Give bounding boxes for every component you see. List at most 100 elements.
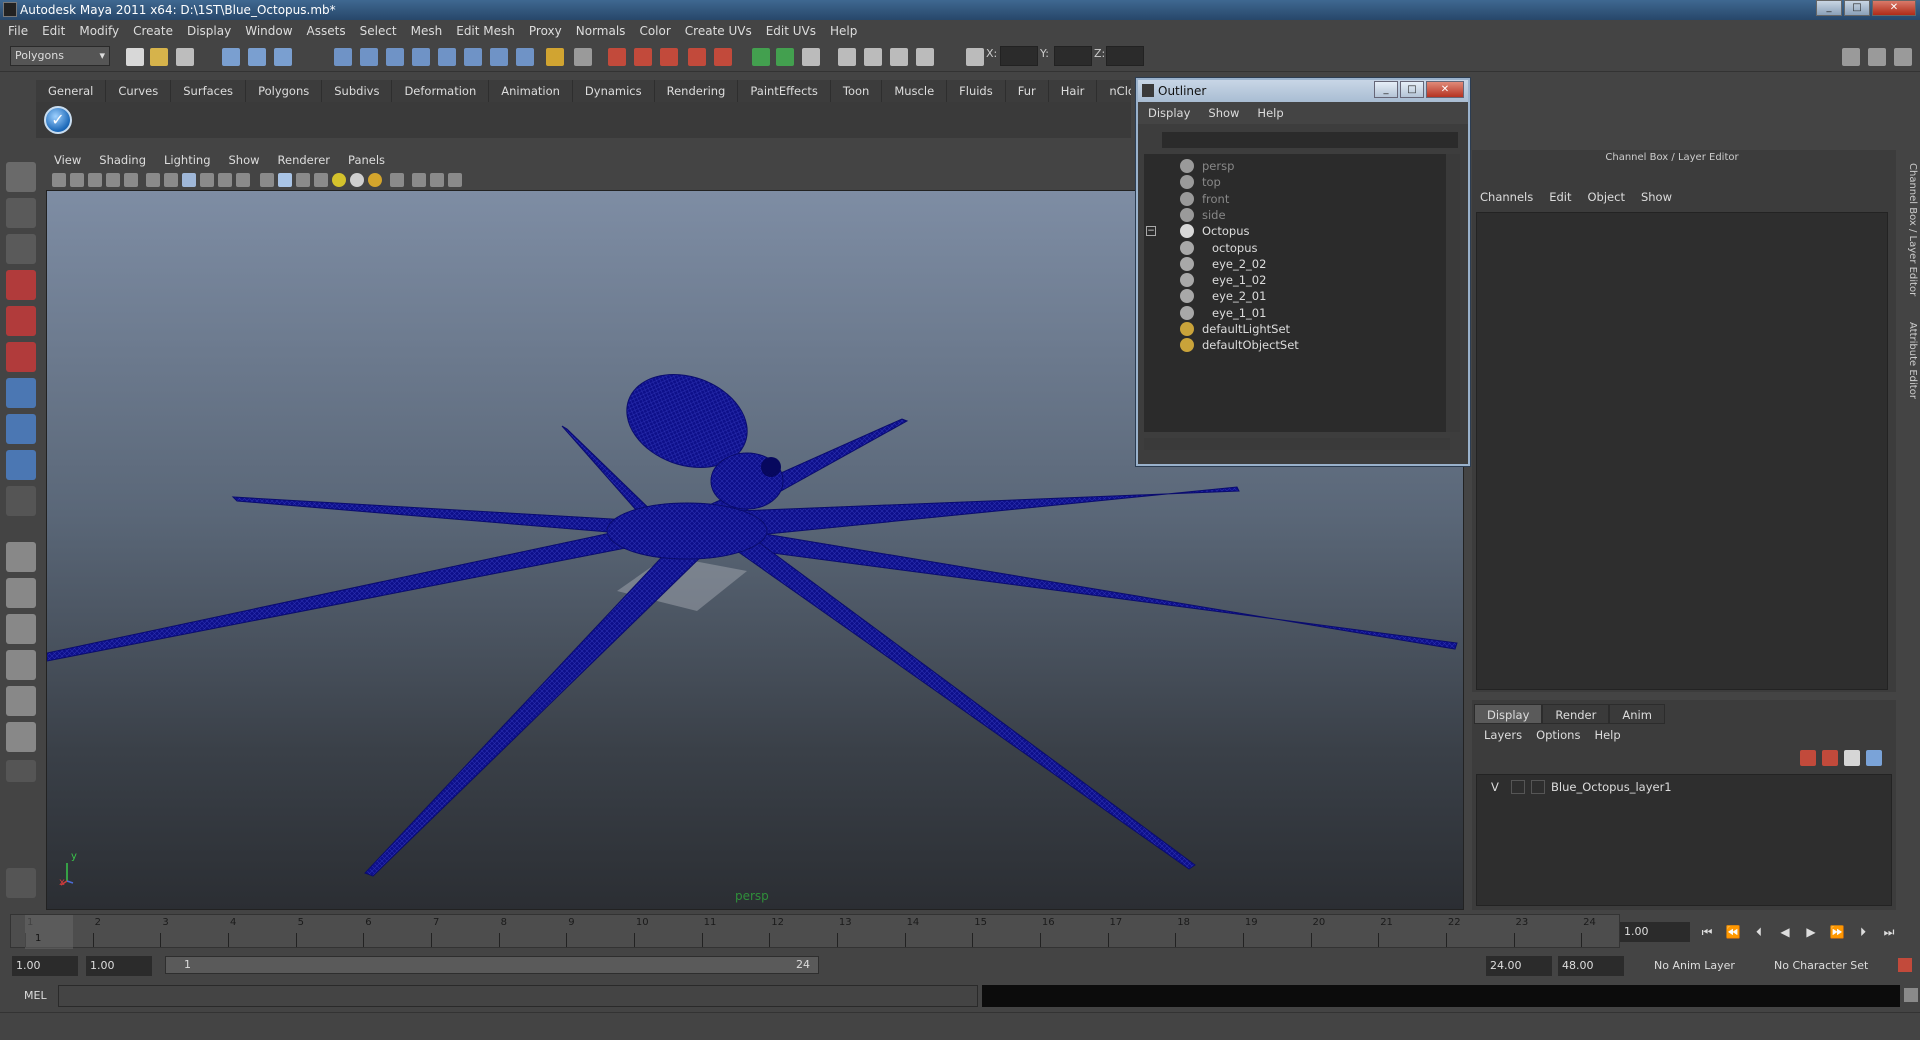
toggle-tool-settings-icon[interactable] xyxy=(864,48,882,66)
channel-box-body[interactable] xyxy=(1476,212,1888,690)
select-hierarchy-icon[interactable] xyxy=(222,48,240,66)
channel-menu-object[interactable]: Object xyxy=(1588,190,1625,204)
layout-single-icon[interactable] xyxy=(1842,48,1860,66)
snap-point-icon[interactable] xyxy=(386,48,404,66)
new-scene-icon[interactable] xyxy=(126,48,144,66)
step-forward-key-button[interactable]: ⏩ xyxy=(1826,922,1848,942)
use-all-lights-icon[interactable] xyxy=(350,173,364,187)
new-layer-from-selected-icon[interactable] xyxy=(1866,750,1882,766)
go-to-end-button[interactable]: ⏭ xyxy=(1878,922,1900,942)
menu-color[interactable]: Color xyxy=(639,24,670,38)
menu-modify[interactable]: Modify xyxy=(79,24,119,38)
shelf-tab-dynamics[interactable]: Dynamics xyxy=(572,80,655,102)
outliner-menu-show[interactable]: Show xyxy=(1208,106,1239,120)
camera-attributes-icon[interactable] xyxy=(70,173,84,187)
outliner-menu-display[interactable]: Display xyxy=(1148,106,1190,120)
lasso-tool-icon[interactable] xyxy=(6,198,36,228)
viewport-menu-lighting[interactable]: Lighting xyxy=(164,153,210,167)
shelf-tab-rendering[interactable]: Rendering xyxy=(654,80,739,102)
hypershade-icon[interactable] xyxy=(688,48,706,66)
modeling-toolkit-icon[interactable] xyxy=(916,48,934,66)
rotate-tool-icon[interactable] xyxy=(6,306,36,336)
shelf-tab-curves[interactable]: Curves xyxy=(106,80,172,102)
viewport-menu-show[interactable]: Show xyxy=(229,153,260,167)
mel-label[interactable]: MEL xyxy=(24,989,47,1002)
rename-icon[interactable] xyxy=(776,48,794,66)
shelf-tab-subdivs[interactable]: Subdivs xyxy=(322,80,393,102)
isolate-select-icon[interactable] xyxy=(390,173,404,187)
image-plane-icon[interactable] xyxy=(106,173,120,187)
side-tab-attribute-editor[interactable]: Attribute Editor xyxy=(1900,315,1918,405)
menu-edit-uvs[interactable]: Edit UVs xyxy=(766,24,816,38)
wireframe-icon[interactable] xyxy=(260,173,274,187)
xray-icon[interactable] xyxy=(412,173,426,187)
step-back-frame-button[interactable]: ⏴ xyxy=(1748,922,1770,942)
xray-joints-icon[interactable] xyxy=(430,173,444,187)
menu-edit-mesh[interactable]: Edit Mesh xyxy=(456,24,515,38)
use-default-light-icon[interactable] xyxy=(332,173,346,187)
outliner-minimize-button[interactable]: _ xyxy=(1374,81,1398,98)
toggle-channel-box-icon[interactable] xyxy=(890,48,908,66)
history-icon[interactable] xyxy=(574,48,592,66)
snap-plane-icon[interactable] xyxy=(412,48,430,66)
snap-view-icon[interactable] xyxy=(490,48,508,66)
z-field[interactable] xyxy=(1106,46,1144,66)
textured-icon[interactable] xyxy=(314,173,328,187)
command-input[interactable] xyxy=(58,985,978,1007)
menu-normals[interactable]: Normals xyxy=(576,24,626,38)
menu-window[interactable]: Window xyxy=(245,24,292,38)
menu-create-uvs[interactable]: Create UVs xyxy=(685,24,752,38)
menu-proxy[interactable]: Proxy xyxy=(529,24,562,38)
layout-persp-trax-icon[interactable] xyxy=(6,722,36,752)
channel-menu-edit[interactable]: Edit xyxy=(1549,190,1571,204)
custom-shelf-check-icon[interactable]: ✓ xyxy=(44,106,72,134)
shelf-tab-surfaces[interactable]: Surfaces xyxy=(171,80,247,102)
viewport-menu-shading[interactable]: Shading xyxy=(99,153,146,167)
snap-curve-icon[interactable] xyxy=(360,48,378,66)
hud-icon[interactable] xyxy=(448,173,462,187)
scale-tool-icon[interactable] xyxy=(6,342,36,372)
viewport-menu-view[interactable]: View xyxy=(54,153,81,167)
settings-icon[interactable] xyxy=(1894,48,1912,66)
shelf-tab-general[interactable]: General xyxy=(36,80,107,102)
menu-select[interactable]: Select xyxy=(360,24,397,38)
select-object-icon[interactable] xyxy=(248,48,266,66)
minimize-button[interactable]: _ xyxy=(1816,0,1842,16)
shelf-tab-fur[interactable]: Fur xyxy=(1005,80,1049,102)
layer-name[interactable]: Blue_Octopus_layer1 xyxy=(1551,777,1672,797)
menu-create[interactable]: Create xyxy=(133,24,173,38)
film-gate-icon[interactable] xyxy=(146,173,160,187)
ipr-render-icon[interactable] xyxy=(634,48,652,66)
select-component-icon[interactable] xyxy=(274,48,292,66)
field-chart-icon[interactable] xyxy=(200,173,214,187)
new-layer-icon[interactable] xyxy=(1822,750,1838,766)
bookmarks-icon[interactable] xyxy=(88,173,102,187)
time-slider[interactable]: 1234567891011121314151617181920212223241 xyxy=(10,914,1620,949)
render-settings-icon[interactable] xyxy=(660,48,678,66)
range-slider[interactable]: 1 24 xyxy=(165,956,819,974)
new-empty-layer-icon[interactable] xyxy=(1844,750,1860,766)
input-line-icon[interactable] xyxy=(752,48,770,66)
go-to-start-button[interactable]: ⏮ xyxy=(1696,922,1718,942)
script-editor-icon[interactable] xyxy=(1904,988,1918,1002)
transform-mode-icon[interactable] xyxy=(966,48,984,66)
scene-start-field[interactable]: 1.00 xyxy=(12,956,78,976)
sidebar-toggle-icon[interactable] xyxy=(802,48,820,66)
menu-help[interactable]: Help xyxy=(830,24,857,38)
menu-assets[interactable]: Assets xyxy=(307,24,346,38)
current-frame-field[interactable]: 1.00 xyxy=(1620,922,1690,942)
save-scene-icon[interactable] xyxy=(176,48,194,66)
layer-menu-layers[interactable]: Layers xyxy=(1484,728,1522,742)
menu-file[interactable]: File xyxy=(8,24,28,38)
outliner-maximize-button[interactable]: □ xyxy=(1400,81,1424,98)
preferences-icon[interactable] xyxy=(1898,958,1912,972)
layout-more-icon[interactable] xyxy=(6,760,36,782)
lock-icon[interactable] xyxy=(546,48,564,66)
x-field[interactable] xyxy=(1000,46,1038,66)
shelf-tab-muscle[interactable]: Muscle xyxy=(882,80,948,102)
show-manipulator-icon[interactable] xyxy=(6,450,36,480)
side-tab-channel-box[interactable]: Channel Box / Layer Editor xyxy=(1900,160,1918,300)
layout-persp-graph-icon[interactable] xyxy=(6,650,36,680)
wireframe-on-shaded-icon[interactable] xyxy=(296,173,310,187)
select-camera-icon[interactable] xyxy=(52,173,66,187)
